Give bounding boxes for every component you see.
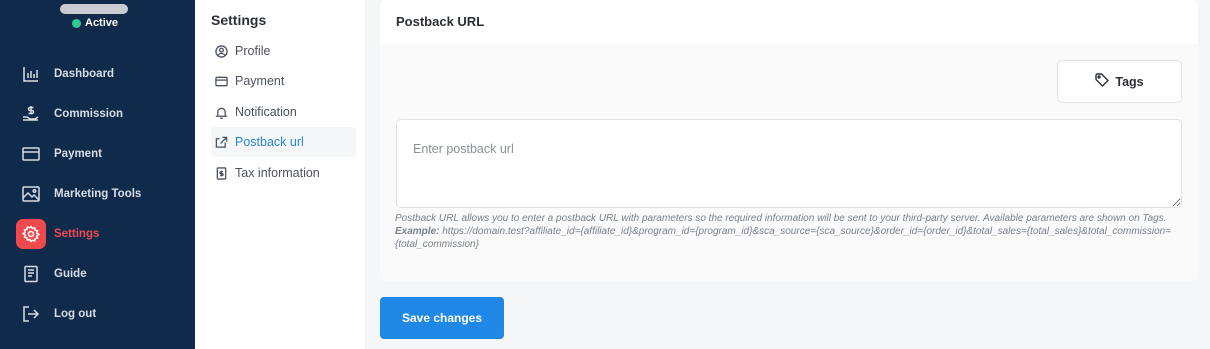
status-label: Active bbox=[85, 17, 119, 29]
postback-url-input[interactable] bbox=[396, 119, 1182, 208]
sidebar-item-label: Dashboard bbox=[54, 68, 115, 80]
money-hand-icon bbox=[16, 99, 46, 129]
settings-title: Settings bbox=[211, 12, 267, 28]
card-header: Postback URL bbox=[380, 0, 1198, 44]
help-description: Postback URL allows you to enter a postb… bbox=[395, 213, 1167, 224]
bar-chart-icon bbox=[16, 59, 46, 89]
settings-submenu: Settings Profile Payment Notification Po… bbox=[195, 0, 365, 349]
settings-item-label: Tax information bbox=[235, 166, 320, 180]
settings-item-label: Notification bbox=[235, 105, 297, 119]
tags-button[interactable]: Tags bbox=[1057, 60, 1182, 103]
credit-card-icon bbox=[16, 139, 46, 169]
settings-item-label: Payment bbox=[235, 74, 285, 88]
sidebar-item-dashboard[interactable]: Dashboard bbox=[0, 54, 195, 94]
sidebar-item-logout[interactable]: Log out bbox=[0, 294, 195, 334]
status-indicator: Active bbox=[72, 17, 118, 29]
save-changes-button[interactable]: Save changes bbox=[380, 297, 504, 339]
sidebar-item-settings[interactable]: Settings bbox=[0, 214, 195, 254]
share-icon bbox=[211, 136, 235, 149]
postback-help-text: Postback URL allows you to enter a postb… bbox=[395, 212, 1185, 251]
settings-item-label: Profile bbox=[235, 44, 271, 58]
settings-item-profile[interactable]: Profile bbox=[211, 36, 356, 66]
sidebar-item-commission[interactable]: Commission bbox=[0, 94, 195, 134]
logout-icon bbox=[16, 299, 46, 329]
sidebar-item-label: Guide bbox=[54, 268, 87, 280]
status-dot-icon bbox=[72, 18, 81, 28]
example-label: Example: bbox=[395, 226, 440, 237]
tax-document-icon bbox=[211, 166, 235, 180]
card-title: Postback URL bbox=[396, 14, 485, 29]
image-icon bbox=[16, 179, 46, 209]
sidebar-item-payment[interactable]: Payment bbox=[0, 134, 195, 174]
sidebar-item-label: Marketing Tools bbox=[54, 188, 142, 200]
bell-icon bbox=[211, 106, 235, 119]
settings-item-notification[interactable]: Notification bbox=[211, 97, 356, 127]
settings-item-tax-information[interactable]: Tax information bbox=[211, 158, 356, 188]
sidebar-nav: Dashboard Commission Payment Marketing T… bbox=[0, 54, 195, 334]
main-sidebar: Active Dashboard Commission Payment Mark… bbox=[0, 0, 195, 349]
sidebar-item-label: Commission bbox=[54, 108, 124, 120]
tags-button-label: Tags bbox=[1115, 74, 1144, 89]
sidebar-item-label: Log out bbox=[54, 308, 97, 320]
book-icon bbox=[16, 259, 46, 289]
settings-item-postback-url[interactable]: Postback url bbox=[211, 127, 356, 157]
sidebar-item-guide[interactable]: Guide bbox=[0, 254, 195, 294]
settings-item-label: Postback url bbox=[235, 135, 304, 149]
user-circle-icon bbox=[211, 44, 235, 58]
sidebar-item-label: Payment bbox=[54, 148, 102, 160]
settings-item-payment[interactable]: Payment bbox=[211, 66, 356, 96]
username-placeholder bbox=[60, 4, 128, 14]
credit-card-icon bbox=[211, 75, 235, 88]
tag-icon bbox=[1095, 73, 1110, 90]
gear-icon bbox=[16, 219, 46, 249]
postback-card: Postback URL Tags Postback URL allows yo… bbox=[380, 0, 1198, 281]
sidebar-item-marketing-tools[interactable]: Marketing Tools bbox=[0, 174, 195, 214]
sidebar-item-label: Settings bbox=[54, 228, 100, 240]
example-url: https://domain.test?affiliate_id={affili… bbox=[395, 226, 1172, 250]
